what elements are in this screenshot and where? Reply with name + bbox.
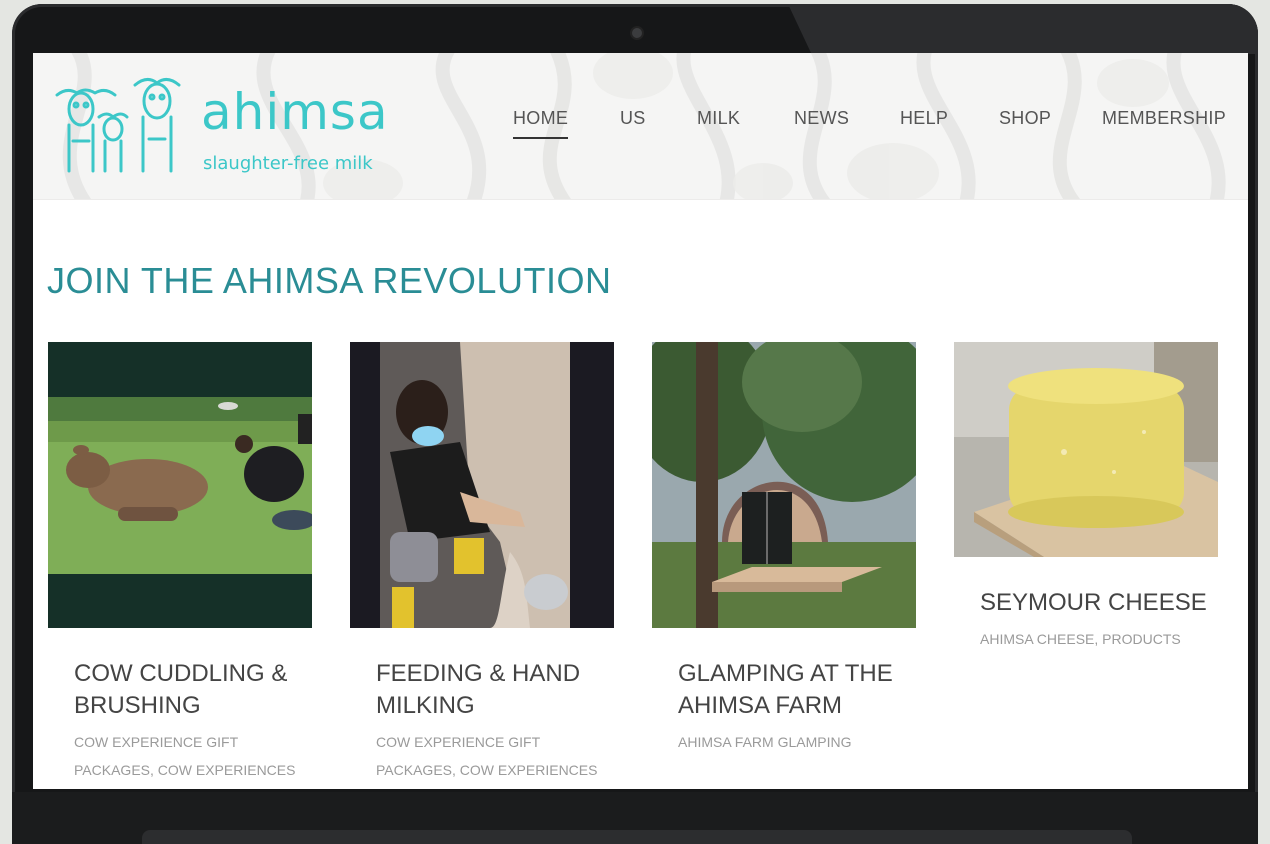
browser-viewport: ahimsa slaughter-free milk HOME US MILK … <box>33 53 1248 789</box>
card-cow-cuddling[interactable]: COW CUDDLING & BRUSHING COW EXPERIENCE G… <box>48 342 312 789</box>
laptop-frame: ahimsa slaughter-free milk HOME US MILK … <box>12 4 1258 844</box>
card-image-cow-cuddling[interactable] <box>48 342 312 628</box>
tag-link[interactable]: AHIMSA CHEESE <box>980 631 1094 647</box>
nav-membership[interactable]: MEMBERSHIP <box>1102 109 1226 127</box>
card-glamping[interactable]: GLAMPING AT THE AHIMSA FARM AHIMSA FARM … <box>652 342 916 762</box>
bezel-glare <box>788 4 1258 54</box>
site-header: ahimsa slaughter-free milk HOME US MILK … <box>33 53 1248 200</box>
tag-link[interactable]: PRODUCTS <box>1102 631 1181 647</box>
card-image-glamping[interactable] <box>652 342 916 628</box>
tag-link[interactable]: AHIMSA FARM GLAMPING <box>678 734 851 750</box>
nav-news[interactable]: NEWS <box>794 109 849 127</box>
card-title[interactable]: COW CUDDLING & BRUSHING <box>74 658 287 722</box>
laptop-camera-icon <box>630 26 644 40</box>
card-tags: AHIMSA FARM GLAMPING <box>678 728 908 756</box>
card-title[interactable]: FEEDING & HAND MILKING <box>376 658 580 722</box>
tag-link[interactable]: COW EXPERIENCES <box>460 762 598 778</box>
card-tags: COW EXPERIENCE GIFT PACKAGES, COW EXPERIE… <box>74 734 296 778</box>
card-feeding-milking[interactable]: FEEDING & HAND MILKING COW EXPERIENCE GI… <box>350 342 614 789</box>
card-seymour-cheese[interactable]: SEYMOUR CHEESE AHIMSA CHEESE, PRODUCTS <box>954 342 1218 662</box>
card-image-seymour-cheese[interactable] <box>954 342 1218 557</box>
main-nav: HOME US MILK NEWS HELP SHOP MEMBERSHIP <box>33 109 1248 139</box>
nav-help[interactable]: HELP <box>900 109 948 127</box>
card-image-feeding-milking[interactable] <box>350 342 614 628</box>
card-title[interactable]: SEYMOUR CHEESE <box>980 587 1207 619</box>
card-tags: COW EXPERIENCE GIFT PACKAGES, COW EXPERIE… <box>376 734 598 778</box>
nav-us[interactable]: US <box>620 109 646 127</box>
logo-tagline: slaughter-free milk <box>203 153 373 174</box>
tag-link[interactable]: COW EXPERIENCES <box>158 762 296 778</box>
card-title[interactable]: GLAMPING AT THE AHIMSA FARM <box>678 658 893 722</box>
laptop-hinge <box>142 830 1132 844</box>
nav-shop[interactable]: SHOP <box>999 109 1051 127</box>
page-title: JOIN THE AHIMSA REVOLUTION <box>47 260 612 301</box>
card-tags: AHIMSA CHEESE, PRODUCTS <box>980 631 1181 647</box>
nav-home[interactable]: HOME <box>513 109 569 139</box>
nav-milk[interactable]: MILK <box>697 109 740 127</box>
